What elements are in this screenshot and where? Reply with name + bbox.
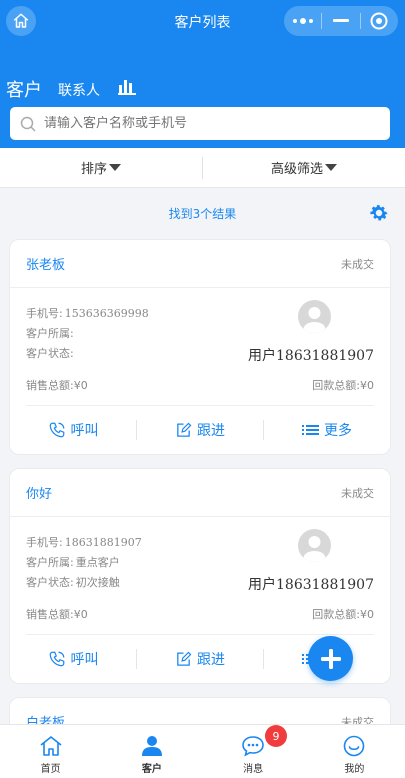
card-header: 你好 未成交	[10, 469, 390, 517]
plus-icon	[320, 648, 341, 669]
tab-contacts[interactable]: 联系人	[58, 80, 100, 100]
home-icon	[40, 736, 62, 756]
list-icon	[302, 425, 319, 435]
belong-row: 客户所属: 重点客户	[26, 554, 120, 570]
header: 客户列表 客户 联系人	[0, 0, 405, 148]
message-icon	[242, 736, 264, 757]
call-button[interactable]: 呼叫	[10, 420, 136, 440]
call-label: 呼叫	[70, 423, 99, 439]
person-icon	[141, 736, 162, 756]
call-label: 呼叫	[70, 652, 99, 668]
sales-total: 销售总额:¥0	[26, 379, 88, 392]
belong-label: 客户所属:	[26, 556, 74, 569]
card-body: 手机号: 153636369998 客户所属: 客户状态: 用户186318819…	[26, 288, 374, 406]
phone-row: 手机号: 153636369998	[26, 305, 149, 321]
triangle-down-icon	[109, 164, 121, 171]
tab-customer[interactable]: 客户	[6, 76, 42, 102]
chart-tab[interactable]	[118, 79, 136, 99]
tab-mine-label: 我的	[344, 764, 365, 775]
search-input[interactable]	[44, 116, 364, 131]
sort-label: 排序	[80, 162, 107, 177]
tab-home[interactable]: 首页	[0, 725, 101, 778]
belong-value: 重点客户	[75, 556, 120, 569]
more-menu-button[interactable]	[284, 6, 321, 36]
bar-chart-icon	[118, 80, 136, 95]
filter-bar: 排序 高级筛选	[0, 148, 405, 188]
add-customer-button[interactable]	[308, 636, 353, 681]
phone-icon	[49, 651, 64, 667]
customer-name[interactable]: 你好	[26, 483, 52, 502]
follow-up-button[interactable]: 跟进	[137, 649, 263, 669]
phone-row: 手机号: 18631881907	[26, 534, 142, 550]
person-placeholder-icon	[303, 536, 326, 562]
avatar	[298, 529, 331, 562]
mini-program-capsule	[284, 6, 398, 36]
tab-home-label: 首页	[40, 764, 61, 775]
refund-total: 回款总额:¥0	[312, 608, 374, 621]
status-value: 初次接触	[75, 576, 120, 589]
card-header: 张老板 未成交	[10, 240, 390, 288]
smile-icon	[344, 735, 365, 757]
tab-mine[interactable]: 我的	[304, 725, 405, 778]
owner-user: 用户18631881907	[248, 577, 374, 593]
sort-dropdown[interactable]: 排序	[0, 158, 202, 177]
owner-user: 用户18631881907	[248, 348, 374, 364]
phone-icon	[49, 422, 64, 438]
deal-status: 未成交	[341, 486, 374, 500]
status-label: 客户状态:	[26, 576, 74, 589]
phone-label: 手机号:	[26, 307, 63, 320]
customer-name[interactable]: 张老板	[26, 254, 65, 273]
avatar	[298, 300, 331, 333]
person-placeholder-icon	[303, 307, 326, 333]
card-body: 手机号: 18631881907 客户所属: 重点客户 客户状态: 初次接触 用户18…	[26, 517, 374, 635]
top-tabs: 客户 联系人	[6, 76, 136, 102]
minus-icon	[332, 19, 349, 22]
search-icon	[20, 116, 36, 132]
call-button[interactable]: 呼叫	[10, 649, 136, 669]
follow-up-label: 跟进	[197, 423, 225, 439]
belong-row: 客户所属:	[26, 325, 76, 341]
gear-icon	[370, 205, 388, 221]
settings-button[interactable]	[368, 202, 390, 228]
triangle-down-icon	[325, 164, 337, 171]
phone-label: 手机号:	[26, 536, 63, 549]
minimize-button[interactable]	[322, 6, 359, 36]
sales-total: 销售总额:¥0	[26, 608, 88, 621]
search-box[interactable]	[10, 107, 390, 140]
customer-card[interactable]: 张老板 未成交 手机号: 153636369998 客户所属: 客户状态: 用户1…	[9, 239, 391, 455]
more-label: 更多	[324, 423, 352, 439]
close-mini-program-button[interactable]	[361, 6, 398, 36]
edit-icon	[177, 422, 192, 437]
dots-icon	[292, 18, 313, 24]
tab-customer-label: 客户	[141, 764, 162, 775]
advanced-filter-dropdown[interactable]: 高级筛选	[203, 158, 405, 177]
refund-total: 回款总额:¥0	[312, 379, 374, 392]
deal-status: 未成交	[341, 257, 374, 271]
status-label: 客户状态:	[26, 347, 74, 360]
tab-message[interactable]: 消息	[203, 725, 304, 778]
target-icon	[370, 12, 388, 30]
message-badge: 9	[265, 725, 287, 747]
result-count: 找到3个结果	[168, 207, 237, 221]
card-actions: 呼叫 跟进 更多	[10, 406, 390, 454]
status-row: 客户状态: 初次接触	[26, 574, 120, 590]
bottom-tab-bar: 首页 客户 消息 我的	[0, 724, 405, 778]
phone-value: 153636369998	[64, 307, 149, 320]
belong-label: 客户所属:	[26, 327, 74, 340]
status-row: 客户状态:	[26, 345, 76, 361]
phone-value: 18631881907	[64, 536, 142, 549]
advanced-filter-label: 高级筛选	[270, 162, 323, 177]
tab-message-label: 消息	[243, 764, 264, 775]
follow-up-button[interactable]: 跟进	[137, 420, 263, 440]
edit-icon	[177, 651, 192, 666]
tab-customer-bottom[interactable]: 客户	[101, 725, 202, 778]
follow-up-label: 跟进	[197, 652, 225, 668]
more-button[interactable]: 更多	[264, 420, 390, 440]
